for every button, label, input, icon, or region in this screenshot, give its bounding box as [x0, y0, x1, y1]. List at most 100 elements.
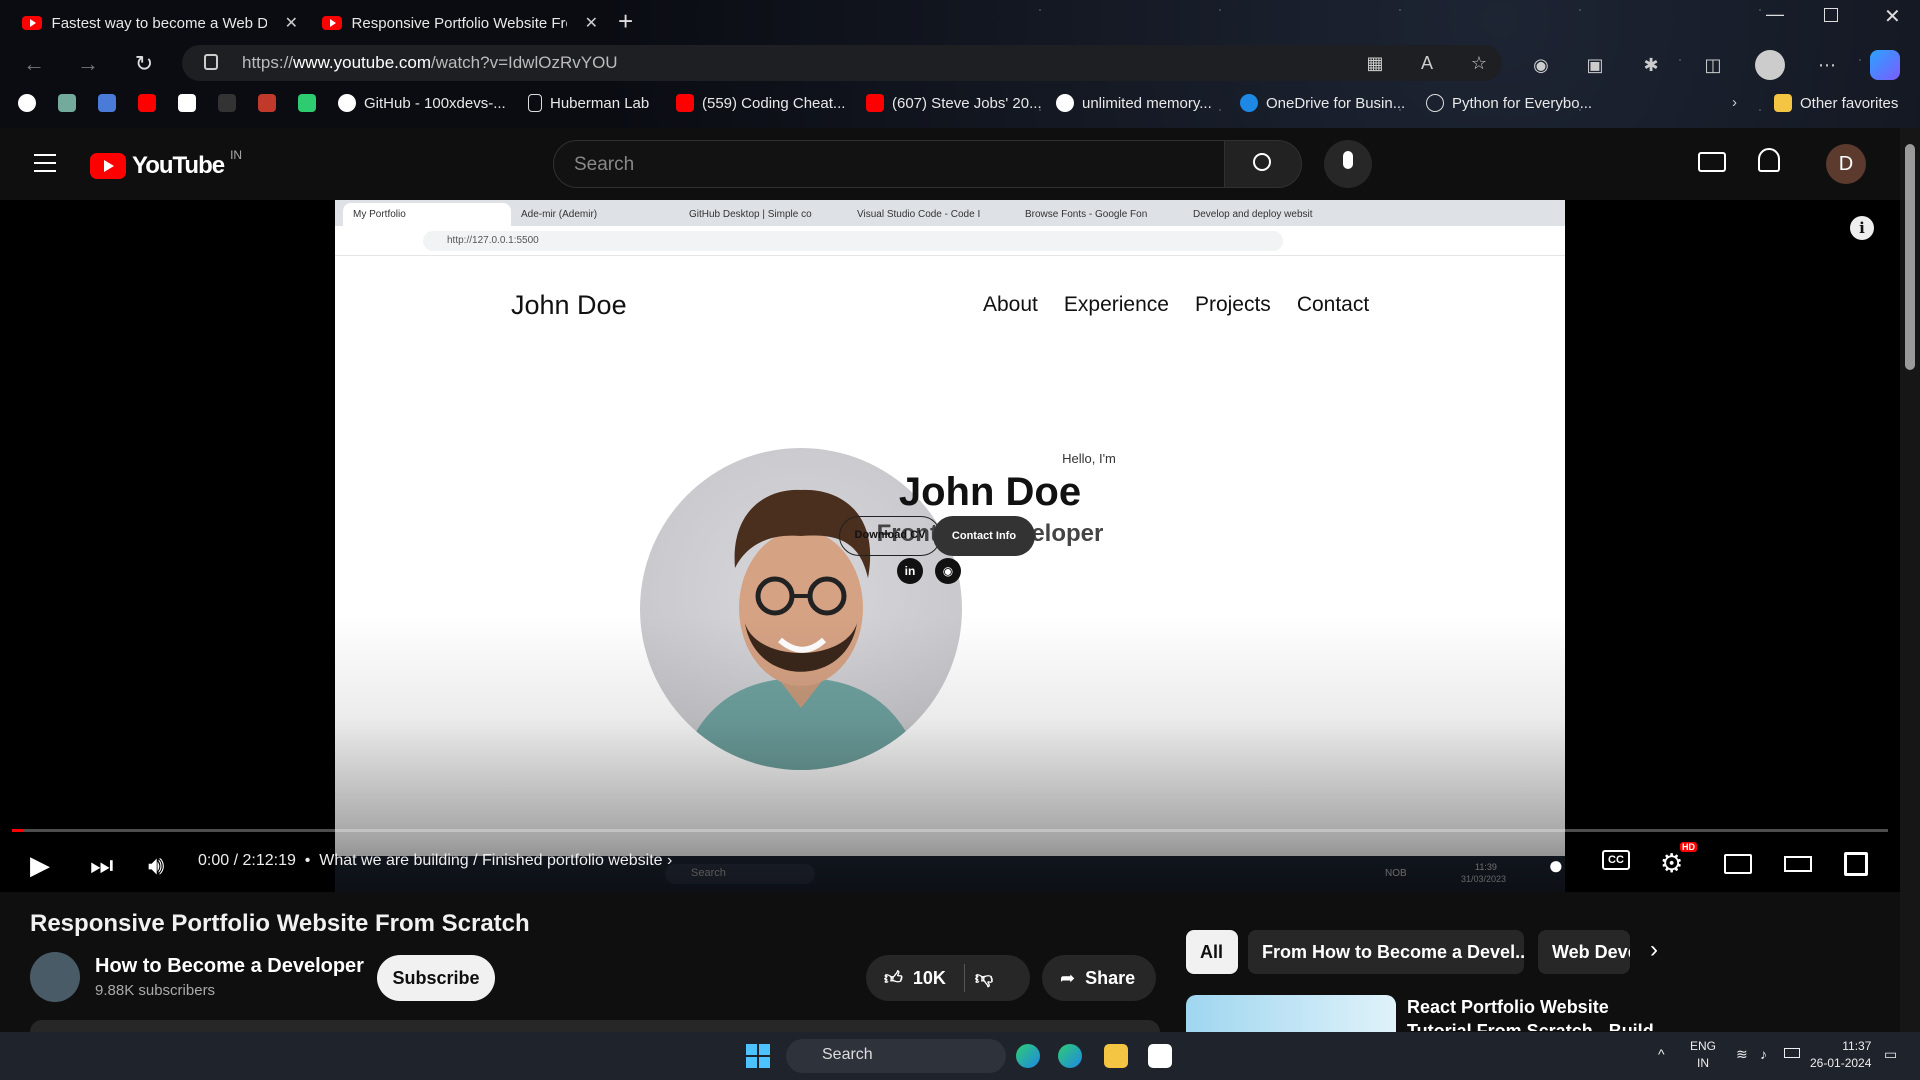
url-text: https://www.youtube.com/watch?v=IdwlOzRv…: [242, 53, 618, 72]
bookmark-unlimited-memory[interactable]: unlimited memory...: [1056, 94, 1212, 112]
bookmark-other-favorites[interactable]: Other favorites: [1774, 94, 1898, 112]
recommendation-thumbnail[interactable]: [1186, 995, 1396, 1035]
inner-browser-tabs: My Portfolio Ade-mir (Ademir) GitHub Des…: [335, 200, 1565, 226]
file-explorer-icon[interactable]: [1104, 1044, 1128, 1068]
search-input[interactable]: Search: [553, 140, 1225, 188]
subscriber-count: 9.88K subscribers: [95, 982, 216, 999]
fullscreen-icon[interactable]: [1844, 852, 1868, 876]
bookmark-github[interactable]: GitHub - 100xdevs-...: [338, 94, 506, 112]
like-count[interactable]: 10K: [913, 968, 946, 989]
windows-start-icon[interactable]: [746, 1044, 770, 1068]
nav-contact: Contact: [1296, 293, 1370, 316]
app-available-icon[interactable]: ▦: [1364, 52, 1386, 74]
copilot-icon[interactable]: [1870, 50, 1900, 80]
nav-about: About: [983, 293, 1038, 316]
chip-web-dev[interactable]: Web Deve: [1538, 930, 1630, 974]
extension-icon[interactable]: ◉: [1530, 54, 1552, 76]
edge-icon[interactable]: [1016, 1044, 1040, 1068]
create-video-icon[interactable]: [1698, 152, 1726, 172]
scrollbar-thumb[interactable]: [1905, 144, 1915, 370]
browser-tab-2[interactable]: Responsive Portfolio Website Fro ✕: [310, 6, 610, 40]
bookmark-onedrive[interactable]: OneDrive for Busin...: [1240, 94, 1405, 112]
chip-all[interactable]: All: [1186, 930, 1238, 974]
bookmark-chatgpt-icon[interactable]: [58, 94, 76, 112]
search-icon: [1253, 153, 1271, 171]
hello-text: Hello, I'm: [1062, 451, 1116, 466]
dislike-icon[interactable]: 👎︎: [975, 967, 993, 989]
bookmark-youtube-icon[interactable]: [138, 94, 156, 112]
chapter-title[interactable]: What we are building / Finished portfoli…: [319, 852, 662, 869]
bookmark-ninja-icon[interactable]: [218, 94, 236, 112]
info-icon[interactable]: i: [1850, 216, 1874, 240]
channel-name[interactable]: How to Become a Developer: [95, 955, 364, 978]
close-window-icon[interactable]: ✕: [1884, 4, 1901, 29]
recommendation-title[interactable]: React Portfolio Website Tutorial From Sc…: [1407, 995, 1667, 1031]
taskbar-search[interactable]: Search: [786, 1039, 1006, 1073]
language-indicator[interactable]: ENG IN: [1690, 1038, 1716, 1072]
channel-avatar[interactable]: [30, 952, 80, 1002]
extensions-puzzle-icon[interactable]: ✱: [1640, 54, 1662, 76]
share-button[interactable]: ➦ Share: [1042, 955, 1156, 1001]
nav-experience: Experience: [1063, 293, 1169, 316]
volume-icon[interactable]: 🔊︎: [148, 850, 164, 882]
bookmark-shield-icon[interactable]: [258, 94, 276, 112]
tray-overflow-icon[interactable]: ^: [1658, 1046, 1665, 1062]
autoplay-toggle[interactable]: ●: [1548, 850, 1564, 881]
bookmark-amazon-icon[interactable]: [178, 94, 196, 112]
split-screen-icon[interactable]: ◫: [1702, 54, 1724, 76]
youtube-logo[interactable]: YouTube IN: [90, 148, 242, 180]
bookmark-app-icon[interactable]: [98, 94, 116, 112]
chip-from-channel[interactable]: From How to Become a Devel...: [1248, 930, 1524, 974]
profile-icon[interactable]: [1755, 50, 1785, 80]
browser-tab-1[interactable]: Fastest way to become a Web De ✕: [10, 6, 310, 40]
page-icon: [528, 94, 542, 112]
read-aloud-icon[interactable]: A: [1416, 52, 1438, 74]
next-icon[interactable]: ⏭: [90, 850, 113, 882]
bookmark-star-icon[interactable]: [298, 94, 316, 112]
menu-icon[interactable]: [34, 154, 56, 172]
volume-tray-icon[interactable]: ♪: [1760, 1046, 1767, 1062]
search-button[interactable]: [1224, 140, 1302, 188]
new-tab-icon[interactable]: +: [618, 6, 633, 37]
theater-mode-icon[interactable]: [1784, 856, 1812, 872]
inner-lang: NOB: [1385, 868, 1407, 879]
bookmarks-overflow-icon[interactable]: ›: [1732, 94, 1737, 111]
more-menu-icon[interactable]: ⋯: [1816, 54, 1838, 76]
battery-icon[interactable]: [1784, 1048, 1800, 1058]
reload-icon[interactable]: ↻: [130, 50, 158, 78]
wifi-icon[interactable]: ≋: [1736, 1046, 1748, 1063]
close-tab-icon[interactable]: ✕: [285, 13, 298, 33]
notion-icon[interactable]: [1148, 1044, 1172, 1068]
voice-search-button[interactable]: [1324, 140, 1372, 188]
account-avatar[interactable]: D: [1826, 144, 1866, 184]
notifications-icon[interactable]: ▭: [1884, 1046, 1897, 1063]
bookmark-huberman[interactable]: Huberman Lab: [528, 94, 649, 112]
like-icon[interactable]: 👍︎: [884, 967, 903, 989]
bookmark-python[interactable]: Python for Everybo...: [1426, 94, 1592, 112]
video-player[interactable]: My Portfolio Ade-mir (Ademir) GitHub Des…: [0, 200, 1900, 892]
back-icon[interactable]: ←: [20, 50, 48, 78]
system-clock[interactable]: 11:37 26-01-2024: [1810, 1038, 1871, 1072]
edge-dev-icon[interactable]: [1058, 1044, 1082, 1068]
forward-icon[interactable]: →: [74, 50, 102, 78]
captions-icon[interactable]: CC: [1602, 850, 1630, 870]
subscribe-button[interactable]: Subscribe: [377, 955, 495, 1001]
miniplayer-icon[interactable]: [1724, 854, 1752, 874]
restore-icon[interactable]: [1824, 8, 1838, 22]
page-scrollbar[interactable]: [1900, 128, 1920, 1032]
chips-next-icon[interactable]: ›: [1650, 936, 1658, 964]
address-bar[interactable]: https://www.youtube.com/watch?v=IdwlOzRv…: [182, 45, 1502, 81]
progress-bar[interactable]: [12, 829, 1888, 832]
play-icon[interactable]: ▶: [30, 850, 50, 881]
bookmark-steve-jobs[interactable]: (607) Steve Jobs' 20...: [866, 94, 1042, 112]
description-box[interactable]: [30, 1020, 1160, 1032]
close-tab-icon[interactable]: ✕: [585, 13, 598, 33]
extension-b-icon[interactable]: ▣: [1584, 54, 1606, 76]
bookmark-google-icon[interactable]: [18, 94, 36, 112]
screen: Fastest way to become a Web De ✕ Respons…: [0, 0, 1920, 1080]
minimize-icon[interactable]: —: [1766, 4, 1784, 25]
bookmark-coding-cheat[interactable]: (559) Coding Cheat...: [676, 94, 845, 112]
notifications-bell-icon[interactable]: [1758, 148, 1780, 172]
favorite-star-icon[interactable]: ☆: [1468, 52, 1490, 74]
settings-gear-icon[interactable]: ⚙: [1660, 848, 1683, 879]
